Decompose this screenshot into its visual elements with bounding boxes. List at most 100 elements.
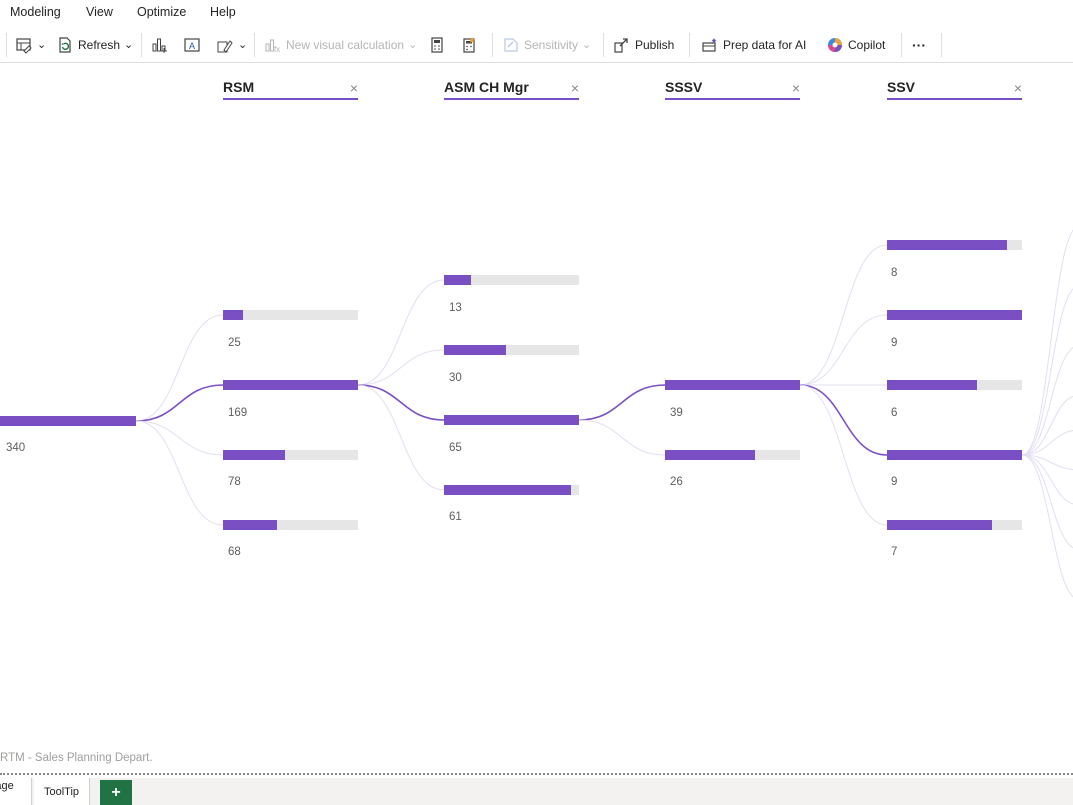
tree-node[interactable] xyxy=(223,310,358,320)
tree-node[interactable] xyxy=(887,240,1022,250)
bar-chart-icon xyxy=(150,36,168,54)
node-value: 39 xyxy=(670,407,683,419)
node-bar-fill xyxy=(887,380,978,390)
more-visuals-dropdown[interactable]: ⌄ xyxy=(216,32,247,58)
sensitivity-button[interactable]: Sensitivity ⌄ xyxy=(502,32,591,58)
ribbon-separator xyxy=(254,33,255,57)
active-link xyxy=(578,384,666,421)
level-header-asm-ch-mgr: ASM CH Mgr × xyxy=(444,78,579,100)
close-icon[interactable]: × xyxy=(571,80,579,96)
menu-view[interactable]: View xyxy=(86,5,113,19)
quick-measure-button[interactable] xyxy=(460,32,478,58)
ribbon-separator xyxy=(603,33,604,57)
page-tab-label: ToolTip xyxy=(44,785,80,798)
node-bar-fill xyxy=(223,310,244,320)
level-title: SSV xyxy=(887,79,916,95)
quick-measure-icon xyxy=(460,36,478,54)
node-bar-fill xyxy=(444,275,471,285)
node-value: 6 xyxy=(891,407,898,419)
prep-data-for-ai-button[interactable]: Prep data for AI xyxy=(701,32,806,58)
link xyxy=(1021,454,1073,505)
node-bar-fill xyxy=(0,416,136,426)
link xyxy=(799,244,888,386)
link xyxy=(799,384,888,526)
close-icon[interactable]: × xyxy=(792,80,800,96)
node-value: 9 xyxy=(891,337,898,349)
tree-node[interactable] xyxy=(444,275,579,285)
menu-optimize[interactable]: Optimize xyxy=(137,5,186,19)
close-icon[interactable]: × xyxy=(350,80,358,96)
node-bar-fill xyxy=(887,450,1022,460)
new-measure-button[interactable] xyxy=(428,32,446,58)
prep-data-label: Prep data for AI xyxy=(723,38,807,52)
add-page-button[interactable]: + xyxy=(100,780,132,805)
link xyxy=(1021,430,1073,456)
tree-node[interactable] xyxy=(444,415,579,425)
publish-icon xyxy=(613,36,631,54)
tree-node[interactable] xyxy=(223,520,358,530)
tree-node[interactable] xyxy=(223,450,358,460)
text-box-button[interactable]: A xyxy=(183,32,201,58)
node-value: 340 xyxy=(6,442,26,454)
tree-node[interactable] xyxy=(887,520,1022,530)
active-link xyxy=(799,384,888,456)
tree-node[interactable] xyxy=(223,380,358,390)
level-header-ssv: SSV × xyxy=(887,78,1022,100)
tree-node[interactable] xyxy=(887,380,1022,390)
node-bar-fill xyxy=(887,240,1008,250)
node-value: 61 xyxy=(449,511,462,523)
tree-node[interactable] xyxy=(444,485,579,495)
svg-text:A: A xyxy=(189,41,195,51)
level-title: SSSV xyxy=(665,79,703,95)
node-bar-fill xyxy=(223,450,286,460)
tree-node[interactable] xyxy=(887,310,1022,320)
tree-node[interactable] xyxy=(665,380,800,390)
node-bar-fill xyxy=(887,310,1022,320)
refresh-button[interactable]: Refresh ⌄ xyxy=(56,32,133,58)
visual-calculation-icon: fx xyxy=(264,36,282,54)
ribbon-separator xyxy=(141,33,142,57)
tree-node[interactable] xyxy=(887,450,1022,460)
active-link xyxy=(357,384,445,421)
link xyxy=(135,420,224,526)
node-bar-fill xyxy=(665,380,800,390)
ribbon-separator xyxy=(492,33,493,57)
refresh-label: Refresh xyxy=(78,38,121,52)
canvas-divider xyxy=(0,773,1073,775)
link xyxy=(1021,229,1073,456)
node-bar-fill xyxy=(665,450,756,460)
svg-text:fx: fx xyxy=(274,45,280,54)
menu-help[interactable]: Help xyxy=(210,5,236,19)
node-bar-fill xyxy=(887,520,993,530)
sensitivity-label-icon xyxy=(502,36,520,54)
format-painter-dropdown[interactable]: ⌄ xyxy=(15,32,46,58)
new-visual-button[interactable] xyxy=(150,32,168,58)
chevron-down-icon: ⌄ xyxy=(408,38,418,51)
node-value: 78 xyxy=(228,476,241,488)
report-canvas: RSM × ASM CH Mgr × SSSV × SSV × 340 25 1… xyxy=(0,64,1073,774)
new-visual-calculation-button[interactable]: fx New visual calculation ⌄ xyxy=(264,32,417,58)
copilot-button[interactable]: Copilot xyxy=(826,32,885,58)
page-tab-tooltip[interactable]: ToolTip xyxy=(34,778,91,805)
close-icon[interactable]: × xyxy=(1014,80,1022,96)
visual-shapes-icon xyxy=(216,36,234,54)
publish-button[interactable]: Publish xyxy=(613,32,674,58)
more-options-button[interactable]: ··· xyxy=(912,32,926,58)
link xyxy=(1021,454,1073,549)
chevron-down-icon: ⌄ xyxy=(582,38,592,51)
tree-node-root[interactable] xyxy=(0,416,136,426)
page-tab-bar: Page 1 ToolTip + xyxy=(0,778,1073,805)
link xyxy=(1021,346,1073,456)
node-bar-fill xyxy=(444,345,507,355)
calculator-icon xyxy=(428,36,446,54)
link xyxy=(357,384,445,491)
link xyxy=(135,314,224,422)
menu-modeling[interactable]: Modeling xyxy=(10,5,61,19)
level-header-sssv: SSSV × xyxy=(665,78,800,100)
copilot-icon xyxy=(826,36,844,54)
copilot-label: Copilot xyxy=(848,38,886,52)
prep-data-icon xyxy=(701,36,719,54)
page-tab-page-1[interactable]: Page 1 xyxy=(0,778,32,805)
tree-node[interactable] xyxy=(444,345,579,355)
tree-node[interactable] xyxy=(665,450,800,460)
